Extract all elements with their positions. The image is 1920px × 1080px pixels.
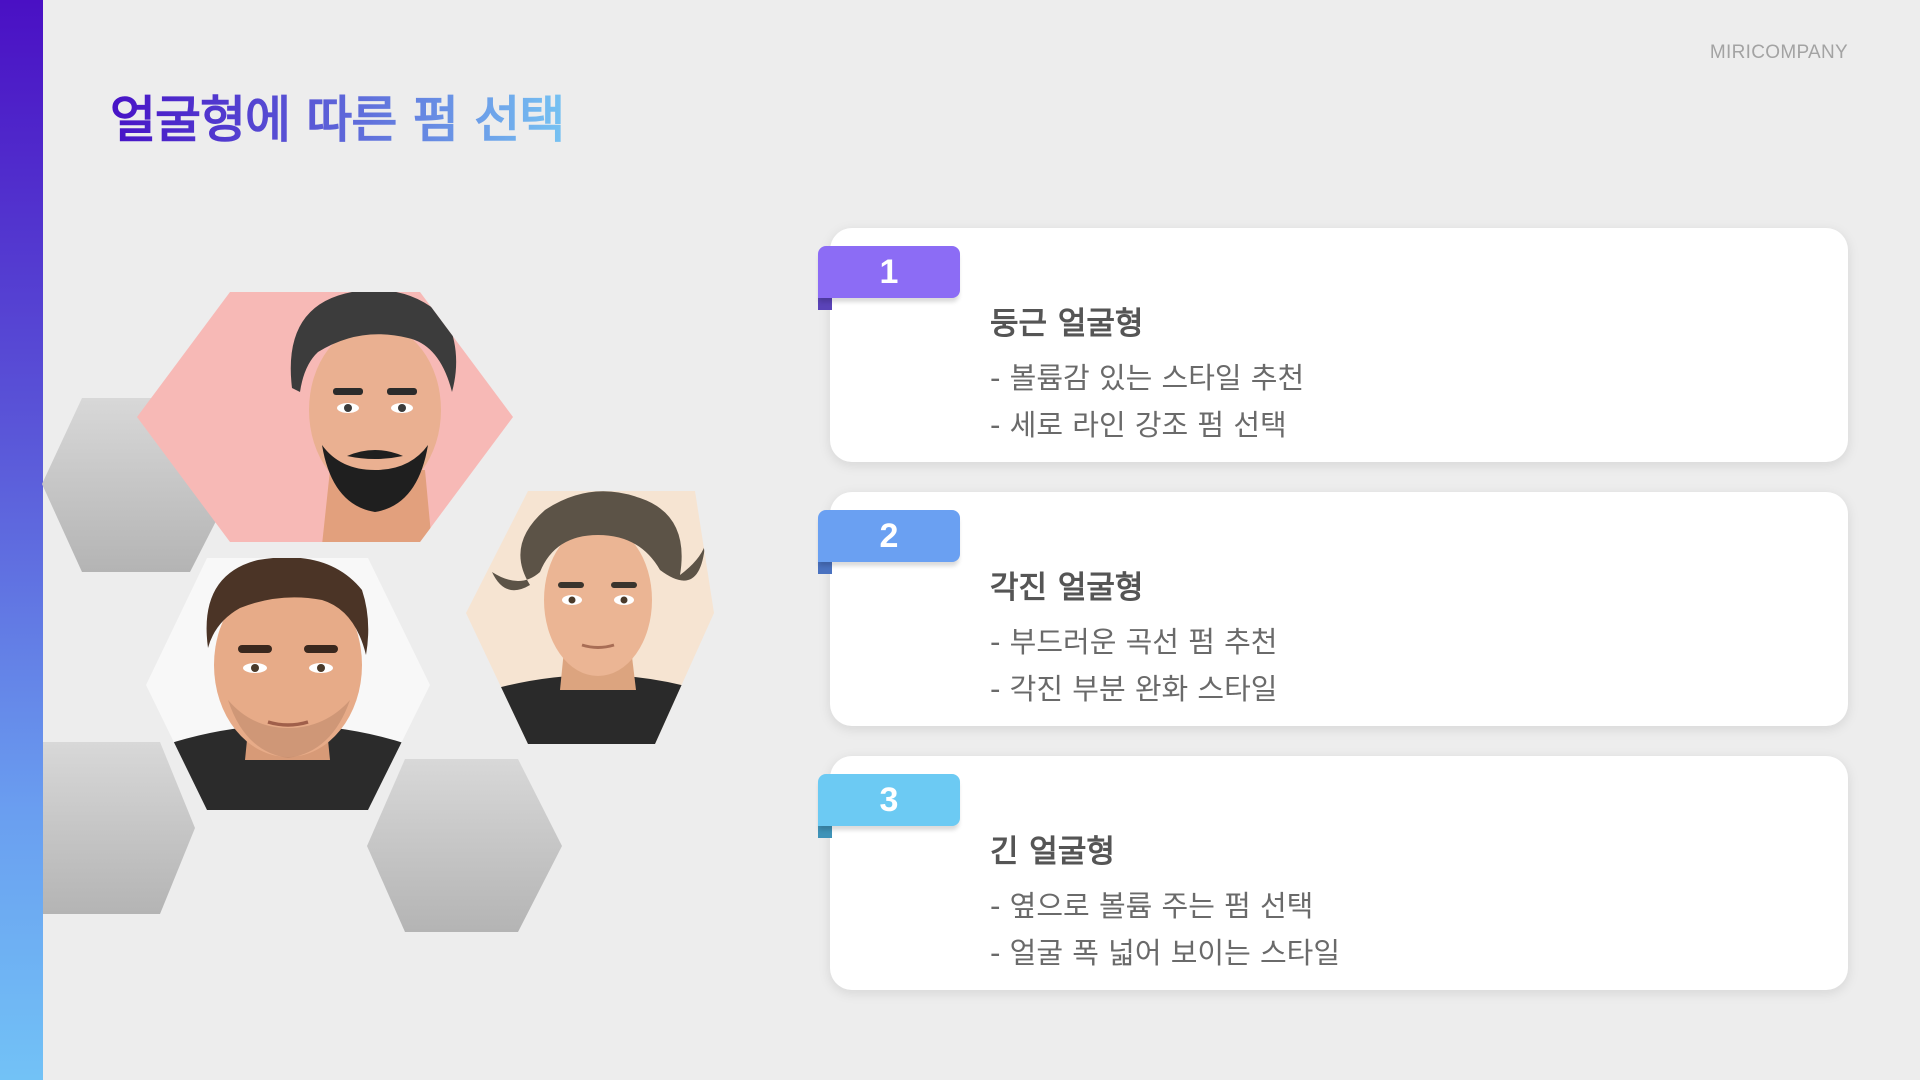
card-number-ribbon: 2: [818, 510, 960, 574]
face-shape-card-round: 둥근 얼굴형 - 볼륨감 있는 스타일 추천 - 세로 라인 강조 펌 선택: [830, 228, 1848, 462]
card-tip: - 각진 부분 완화 스타일: [990, 672, 1278, 706]
portrait-stubble-man: [146, 558, 430, 810]
face-shape-card-angular: 각진 얼굴형 - 부드러운 곡선 펌 추천 - 각진 부분 완화 스타일: [830, 492, 1848, 726]
pupil-left: [568, 596, 576, 604]
card-title: 각진 얼굴형: [990, 570, 1144, 606]
face: [544, 524, 652, 676]
card-tip: - 볼륨감 있는 스타일 추천: [990, 361, 1305, 395]
pupil-left: [344, 404, 352, 412]
card-number: 3: [879, 781, 899, 819]
card-number: 1: [879, 253, 899, 291]
card-tip: - 옆으로 볼륨 주는 펌 선택: [990, 889, 1314, 923]
brand-label: MIRICOMPANY: [1709, 42, 1848, 63]
eyebrow-right: [304, 645, 338, 653]
card-tip: - 세로 라인 강조 펌 선택: [990, 408, 1287, 442]
eyebrow-right: [387, 388, 417, 395]
slide: MIRICOMPANY 얼굴형에 따른 펌 선택 둥근 얼굴형 - 볼륨감 있는…: [0, 0, 1920, 1080]
card-title: 둥근 얼굴형: [990, 306, 1144, 342]
card-tip: - 부드러운 곡선 펌 추천: [990, 625, 1278, 659]
card-number: 2: [879, 517, 899, 555]
card-number-ribbon: 1: [818, 246, 960, 310]
gray-hexagon: [367, 759, 562, 932]
gray-hexagon: [43, 742, 195, 914]
card-tip: - 얼굴 폭 넓어 보이는 스타일: [990, 936, 1341, 970]
eyebrow-right: [611, 582, 637, 588]
hexagon-collage: [42, 292, 714, 932]
pupil-right: [620, 596, 628, 604]
face-shape-card-long: 긴 얼굴형 - 옆으로 볼륨 주는 펌 선택 - 얼굴 폭 넓어 보이는 스타일: [830, 756, 1848, 990]
portrait-wavy-hair-man: [466, 491, 714, 744]
pupil-right: [317, 664, 325, 672]
eyebrow-left: [238, 645, 272, 653]
eyebrow-left: [558, 582, 584, 588]
pupil-left: [251, 664, 259, 672]
card-title: 긴 얼굴형: [990, 834, 1115, 870]
card-number-ribbon: 3: [818, 774, 960, 838]
pupil-right: [398, 404, 406, 412]
eyebrow-left: [333, 388, 363, 395]
